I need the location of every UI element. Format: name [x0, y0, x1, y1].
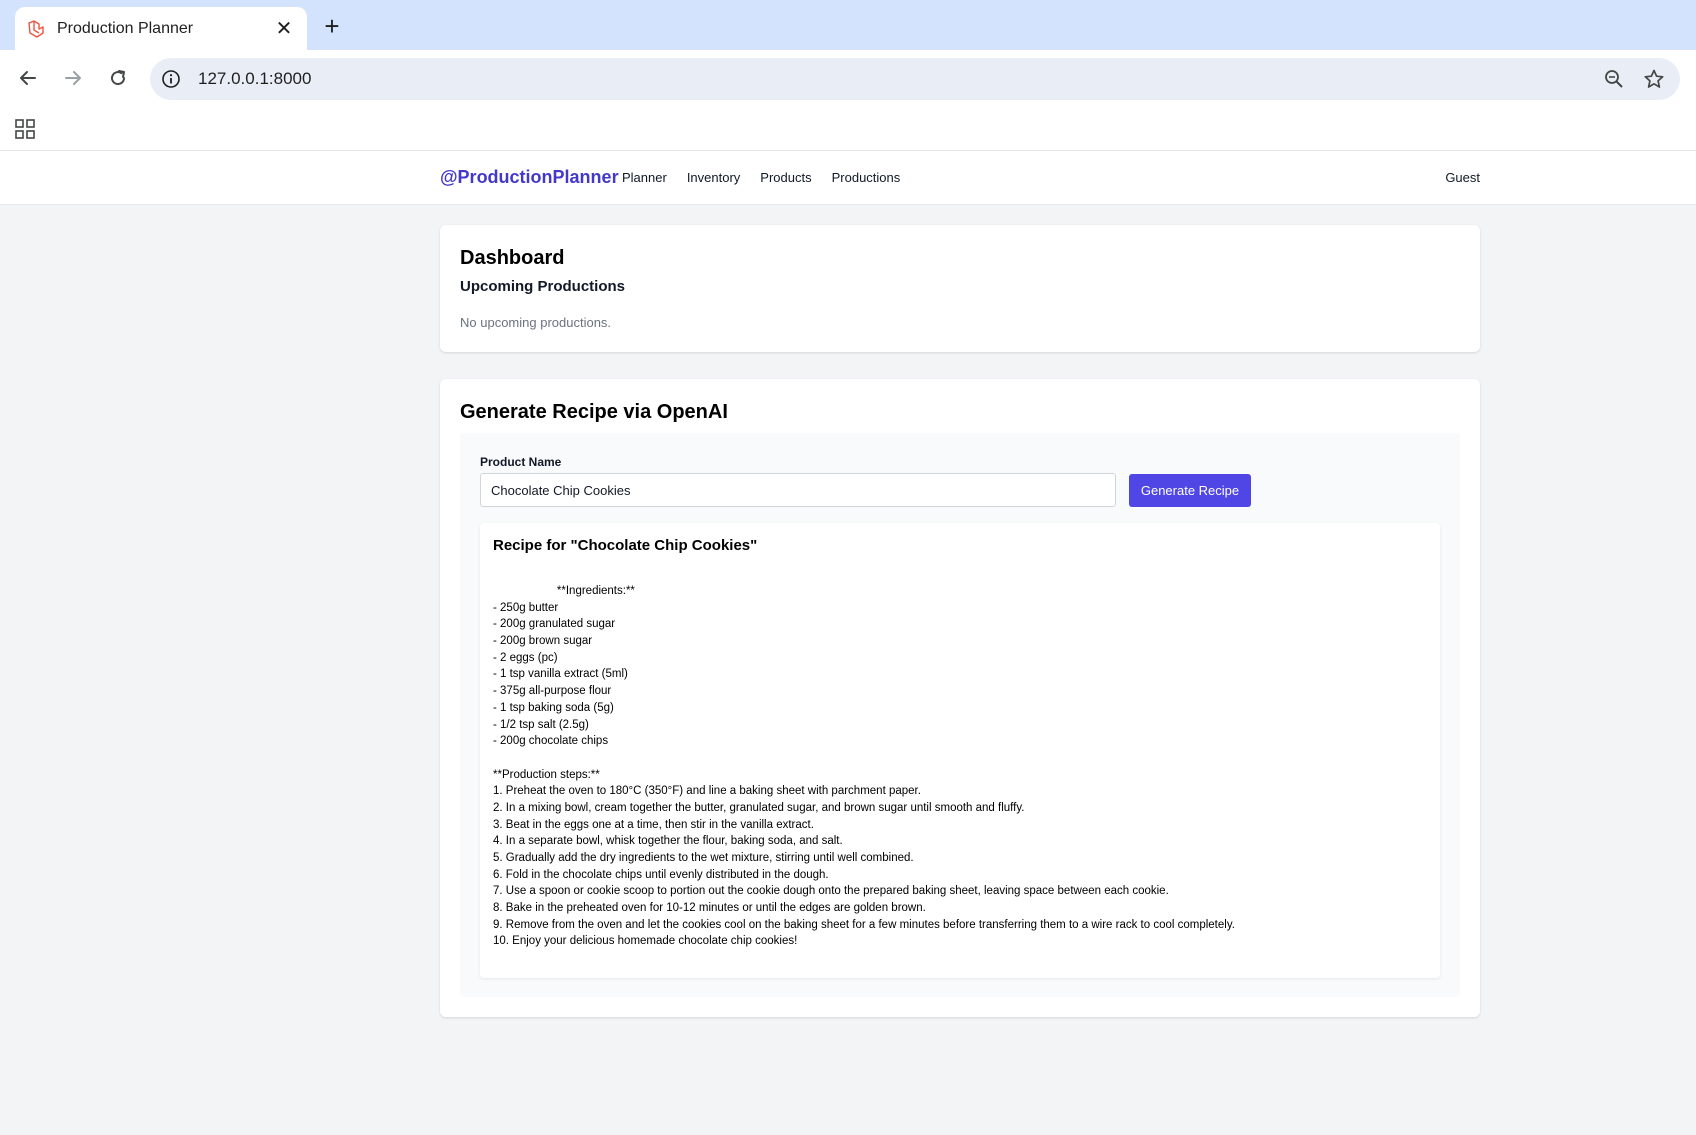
recipe-line: 9. Remove from the oven and let the cook…	[493, 918, 1235, 931]
brand-logo[interactable]: @ProductionPlanner	[440, 167, 619, 188]
recipe-line: - 2 eggs (pc)	[493, 651, 558, 664]
recipe-line: 1. Preheat the oven to 180°C (350°F) and…	[493, 785, 921, 798]
recipe-line: **Ingredients:**	[493, 585, 635, 597]
recipe-line: 4. In a separate bowl, whisk together th…	[493, 835, 843, 848]
browser-tab[interactable]: Production Planner ✕	[15, 7, 307, 50]
recipe-line: - 200g granulated sugar	[493, 618, 616, 631]
nav-link-inventory[interactable]: Inventory	[687, 170, 740, 185]
recipe-line: - 200g chocolate chips	[493, 735, 609, 748]
site-info-icon[interactable]	[160, 68, 182, 90]
recipe-line: - 250g butter	[493, 601, 559, 614]
recipe-line: - 375g all-purpose flour	[493, 685, 612, 698]
generator-title: Generate Recipe via OpenAI	[460, 401, 728, 423]
generate-recipe-button[interactable]: Generate Recipe	[1129, 474, 1251, 507]
new-tab-icon[interactable]: +	[318, 11, 346, 41]
recipe-generator-card: Generate Recipe via OpenAI Product Name …	[440, 379, 1480, 1017]
recipe-text: **Ingredients:** - 250g butter - 200g gran…	[493, 583, 1427, 950]
app-navbar: @ProductionPlanner Planner Inventory Pro…	[0, 151, 1696, 205]
recipe-line: - 200g brown sugar	[493, 635, 593, 648]
bookmark-star-icon[interactable]	[1640, 65, 1668, 93]
nav-link-planner[interactable]: Planner	[622, 170, 667, 185]
empty-state-text: No upcoming productions.	[460, 315, 612, 330]
back-arrow-icon[interactable]	[10, 60, 46, 96]
browser-tabstrip: Production Planner ✕ +	[0, 0, 1696, 50]
recipe-form: Product Name Generate Recipe Recipe for …	[460, 433, 1460, 997]
recipe-line: 10. Enjoy your delicious homemade chocol…	[493, 935, 798, 948]
address-url: 127.0.0.1:8000	[198, 69, 312, 88]
zoom-icon[interactable]	[1600, 65, 1628, 93]
tab-title: Production Planner	[57, 19, 194, 37]
recipe-line: 5. Gradually add the dry ingredients to …	[493, 852, 914, 864]
dashboard-card: Dashboard Upcoming Productions No upcomi…	[440, 225, 1480, 352]
forward-arrow-icon[interactable]	[55, 60, 91, 96]
recipe-output: Recipe for "Chocolate Chip Cookies" **In…	[480, 523, 1440, 978]
reload-icon[interactable]	[100, 60, 136, 96]
user-menu[interactable]: Guest	[1445, 170, 1480, 185]
recipe-line: - 1/2 tsp salt (2.5g)	[493, 718, 589, 731]
apps-grid-icon[interactable]	[14, 118, 36, 140]
recipe-line: 2. In a mixing bowl, cream together the …	[493, 801, 1025, 814]
recipe-title: Recipe for "Chocolate Chip Cookies"	[493, 537, 758, 554]
upcoming-productions-heading: Upcoming Productions	[460, 278, 625, 295]
nav-link-products[interactable]: Products	[760, 170, 811, 185]
bookmarks-bar	[0, 109, 1696, 151]
recipe-line	[493, 750, 1427, 767]
recipe-line: 8. Bake in the preheated oven for 10-12 …	[493, 902, 926, 915]
recipe-line: **Production steps:**	[493, 768, 600, 781]
nav-link-productions[interactable]: Productions	[832, 170, 901, 185]
close-tab-icon[interactable]: ✕	[273, 18, 295, 40]
recipe-line: 7. Use a spoon or cookie scoop to portio…	[493, 885, 1169, 898]
product-name-input[interactable]	[480, 473, 1116, 507]
laravel-logo-icon	[25, 18, 47, 40]
product-name-label: Product Name	[480, 455, 562, 469]
browser-toolbar: 127.0.0.1:8000	[0, 50, 1696, 109]
recipe-line: - 1 tsp baking soda (5g)	[493, 701, 614, 714]
address-bar[interactable]: 127.0.0.1:8000	[150, 58, 1680, 100]
recipe-line: 6. Fold in the chocolate chips until eve…	[493, 868, 829, 881]
nav-links: Planner Inventory Products Productions	[622, 170, 900, 185]
recipe-line: - 1 tsp vanilla extract (5ml)	[493, 668, 628, 681]
recipe-line: 3. Beat in the eggs one at a time, then …	[493, 818, 814, 831]
page-title: Dashboard	[460, 247, 565, 269]
